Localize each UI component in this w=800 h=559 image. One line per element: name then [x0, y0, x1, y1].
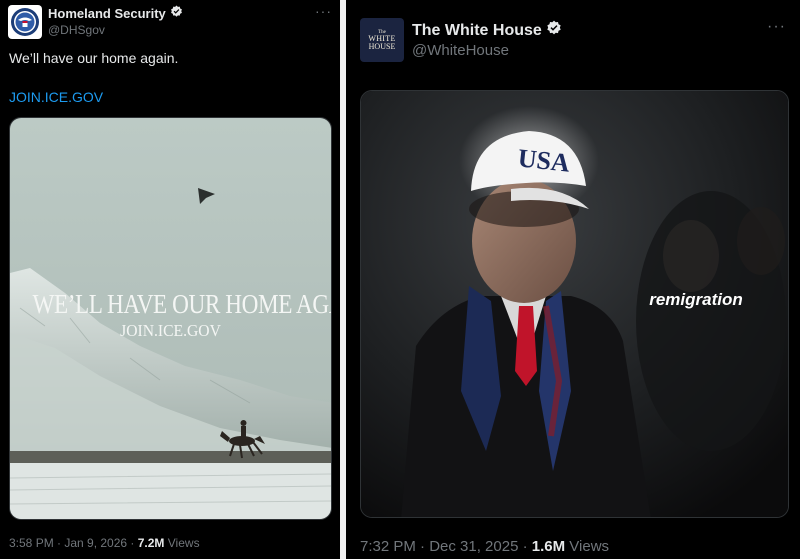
- poster-headline: WE’LL HAVE OUR HOME AGAIN: [32, 289, 331, 319]
- verified-badge-icon: [170, 5, 183, 21]
- portrait-illustration: USA remigration: [361, 91, 788, 517]
- more-options-icon[interactable]: ···: [315, 3, 332, 19]
- author-name-row[interactable]: Homeland Security: [48, 5, 183, 21]
- author-name-row[interactable]: The White House: [412, 20, 562, 41]
- post-text: We’ll have our home again.: [9, 50, 179, 66]
- dhs-seal-icon: [11, 8, 39, 36]
- author-handle[interactable]: @DHSgov: [48, 23, 105, 37]
- author-handle[interactable]: @WhiteHouse: [412, 42, 509, 59]
- avatar-line2: HOUSE: [368, 41, 396, 51]
- post-image[interactable]: USA remigration: [360, 90, 789, 518]
- author-name[interactable]: The White House: [412, 22, 542, 40]
- views-label: Views: [164, 536, 200, 550]
- more-options-icon[interactable]: ···: [767, 18, 786, 36]
- post-meta: 3:58 PM · Jan 9, 2026 · 7.2M Views: [9, 536, 200, 550]
- post-meta: 7:32 PM · Dec 31, 2025 · 1.6M Views: [360, 538, 609, 555]
- views-label: Views: [565, 538, 610, 555]
- whitehouse-post[interactable]: The WHITE HOUSE The White House @WhiteHo…: [346, 0, 800, 559]
- verified-badge-icon: [546, 20, 562, 41]
- poster-url: JOIN.ICE.GOV: [120, 321, 221, 340]
- post-link[interactable]: JOIN.ICE.GOV: [9, 89, 103, 105]
- views-count: 1.6M: [531, 538, 566, 555]
- dhs-avatar[interactable]: [8, 5, 42, 39]
- image-caption: remigration: [649, 290, 743, 309]
- whitehouse-avatar[interactable]: The WHITE HOUSE: [360, 18, 404, 62]
- views-count: 7.2M: [137, 536, 165, 550]
- cap-text: USA: [517, 143, 572, 177]
- post-timestamp[interactable]: 3:58 PM · Jan 9, 2026 ·: [9, 536, 138, 550]
- post-image[interactable]: WE’LL HAVE OUR HOME AGAIN JOIN.ICE.GOV: [9, 117, 332, 520]
- author-name[interactable]: Homeland Security: [48, 6, 166, 21]
- post-timestamp[interactable]: 7:32 PM · Dec 31, 2025 ·: [360, 538, 532, 555]
- dhs-post[interactable]: Homeland Security @DHSgov ··· We’ll have…: [0, 0, 340, 559]
